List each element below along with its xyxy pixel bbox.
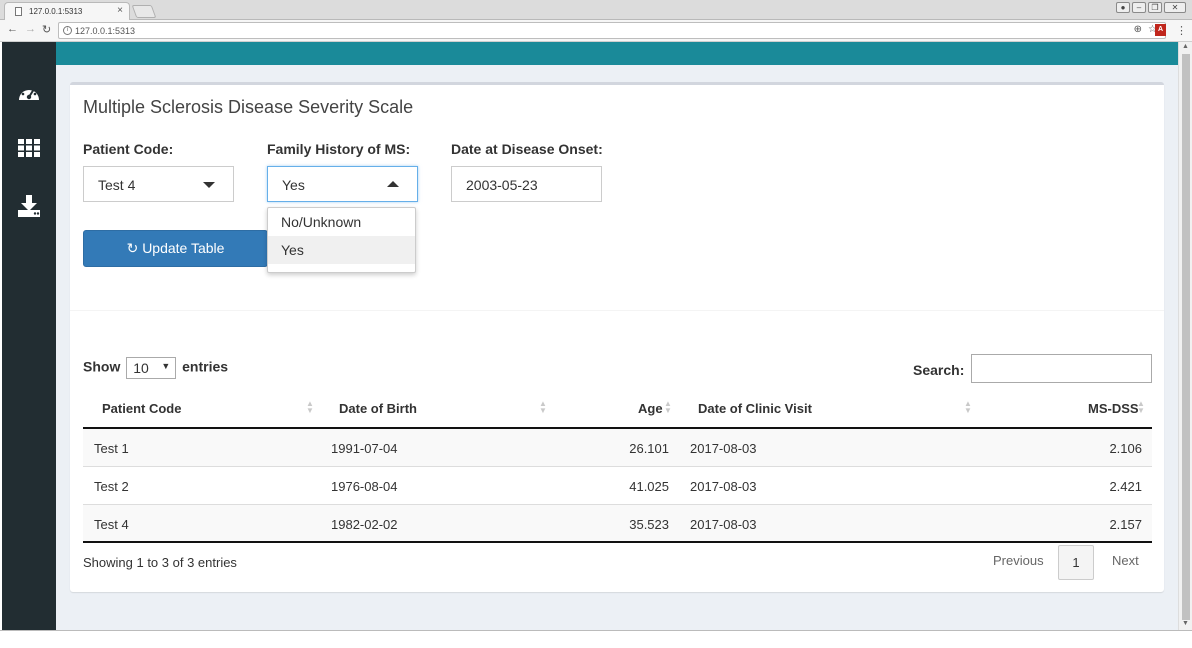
address-bar: ← → ↻ i 127.0.0.1:5313 ⊕ ☆ [0, 20, 1192, 42]
browser-tab[interactable]: 127.0.0.1:5313 × [4, 2, 130, 20]
info-icon[interactable]: i [63, 26, 72, 35]
onset-date-value: 2003-05-23 [466, 177, 538, 193]
col-age[interactable]: Age [638, 401, 663, 416]
pagination-next[interactable]: Next [1112, 553, 1139, 568]
page-length-control: Show 10 ▼ entries [83, 357, 228, 379]
dropdown-option-no-unknown[interactable]: No/Unknown [268, 208, 415, 236]
cell-date-of-birth: 1991-07-04 [331, 441, 398, 456]
col-date-of-birth[interactable]: Date of Birth [339, 401, 417, 416]
restore-icon[interactable]: ❐ [1148, 2, 1162, 13]
reload-icon[interactable]: ↻ [42, 23, 51, 36]
main-box: Multiple Sclerosis Disease Severity Scal… [70, 82, 1164, 592]
url-actions: ⊕ ☆ [1134, 24, 1157, 35]
scroll-thumb[interactable] [1182, 54, 1190, 620]
grid-icon[interactable] [2, 139, 56, 162]
cell-date-of-birth: 1982-02-02 [331, 517, 398, 532]
table-row: Test 4 1982-02-02 35.523 2017-08-03 2.15… [83, 505, 1152, 543]
data-table: Patient Code ▲ ▼ Date of Birth ▲ ▼ Age ▲ ▼ … [83, 390, 1152, 543]
page-title: Multiple Sclerosis Disease Severity Scal… [83, 97, 414, 117]
col-date-of-clinic-visit[interactable]: Date of Clinic Visit [698, 401, 812, 416]
user-icon[interactable]: ● [1116, 2, 1130, 13]
cell-ms-dss: 2.157 [1109, 517, 1142, 532]
cell-ms-dss: 2.106 [1109, 441, 1142, 456]
sort-icon[interactable]: ▲ ▼ [964, 400, 972, 415]
zoom-icon[interactable]: ⊕ [1134, 24, 1142, 35]
close-window-icon[interactable]: ✕ [1164, 2, 1186, 13]
dashboard-icon[interactable] [2, 82, 56, 109]
cell-patient-code: Test 2 [94, 479, 129, 494]
page-length-value: 10 [133, 360, 149, 376]
patient-code-select[interactable]: Test 4 [83, 166, 234, 202]
cell-ms-dss: 2.421 [1109, 479, 1142, 494]
sidebar [2, 42, 56, 630]
url-field[interactable]: i 127.0.0.1:5313 ⊕ ☆ [58, 22, 1166, 39]
scroll-down-icon[interactable]: ▼ [1182, 620, 1189, 627]
window-controls: ● – ❐ ✕ [1116, 2, 1186, 13]
cell-clinic-visit: 2017-08-03 [690, 517, 757, 532]
family-history-select[interactable]: Yes [267, 166, 418, 202]
update-table-button[interactable]: ↻ Update Table [83, 230, 268, 267]
browser-tab-bar: 127.0.0.1:5313 × ● – ❐ ✕ [0, 0, 1192, 20]
cell-age: 35.523 [629, 517, 669, 532]
patient-code-label: Patient Code: [83, 141, 174, 157]
tab-title: 127.0.0.1:5313 [29, 7, 83, 16]
sort-icon[interactable]: ▲ ▼ [664, 400, 672, 415]
cell-clinic-visit: 2017-08-03 [690, 441, 757, 456]
pagination-previous[interactable]: Previous [993, 553, 1044, 568]
forward-icon[interactable]: → [25, 23, 36, 35]
scrollbar[interactable]: ▲ ▼ [1178, 42, 1192, 630]
page-icon [15, 7, 22, 16]
header-bar [56, 42, 1178, 65]
back-icon[interactable]: ← [7, 23, 18, 35]
update-table-label: Update Table [142, 240, 225, 256]
table-row: Test 2 1976-08-04 41.025 2017-08-03 2.42… [83, 467, 1152, 505]
cell-age: 41.025 [629, 479, 669, 494]
cell-patient-code: Test 1 [94, 441, 129, 456]
tab-close-icon[interactable]: × [117, 5, 123, 16]
browser-menu-icon[interactable]: ⋮ [1176, 24, 1187, 37]
col-patient-code[interactable]: Patient Code [102, 401, 181, 416]
refresh-icon: ↻ [126, 240, 139, 256]
scroll-up-icon[interactable]: ▲ [1182, 43, 1189, 50]
cell-age: 26.101 [629, 441, 669, 456]
cell-date-of-birth: 1976-08-04 [331, 479, 398, 494]
new-tab-button[interactable] [131, 5, 157, 18]
table-info: Showing 1 to 3 of 3 entries [83, 555, 237, 570]
table-header: Patient Code ▲ ▼ Date of Birth ▲ ▼ Age ▲ ▼ … [83, 390, 1152, 429]
cell-patient-code: Test 4 [94, 517, 129, 532]
pdf-extension-icon[interactable]: A [1155, 24, 1166, 36]
onset-date-label: Date at Disease Onset: [451, 141, 603, 157]
show-label: Show [83, 358, 121, 375]
chevron-down-icon: ▼ [161, 361, 171, 371]
search-input[interactable] [971, 354, 1152, 383]
patient-code-value: Test 4 [98, 177, 136, 193]
dropdown-option-yes[interactable]: Yes [268, 236, 415, 264]
bottom-strip [0, 630, 1192, 648]
sort-icon[interactable]: ▲ ▼ [306, 400, 314, 415]
family-history-dropdown: No/Unknown Yes [267, 207, 416, 273]
entries-label: entries [182, 358, 229, 375]
search-label: Search: [913, 362, 965, 378]
url-text: 127.0.0.1:5313 [75, 26, 136, 36]
sort-icon[interactable]: ▲ ▼ [539, 400, 547, 415]
col-ms-dss[interactable]: MS-DSS [1088, 401, 1139, 416]
minimize-icon[interactable]: – [1132, 2, 1146, 13]
divider [70, 310, 1164, 311]
sort-icon[interactable]: ▲ ▼ [1137, 400, 1145, 415]
table-row: Test 1 1991-07-04 26.101 2017-08-03 2.10… [83, 429, 1152, 467]
download-icon[interactable] [2, 195, 56, 222]
cell-clinic-visit: 2017-08-03 [690, 479, 757, 494]
content-wrapper: Multiple Sclerosis Disease Severity Scal… [56, 42, 1178, 630]
caret-down-icon [203, 182, 215, 188]
family-history-label: Family History of MS: [267, 141, 411, 157]
onset-date-input[interactable]: 2003-05-23 [451, 166, 602, 202]
caret-up-icon [387, 181, 399, 187]
family-history-value: Yes [282, 177, 305, 193]
page-length-select[interactable]: 10 ▼ [126, 357, 177, 379]
pagination-page-1[interactable]: 1 [1058, 545, 1094, 580]
